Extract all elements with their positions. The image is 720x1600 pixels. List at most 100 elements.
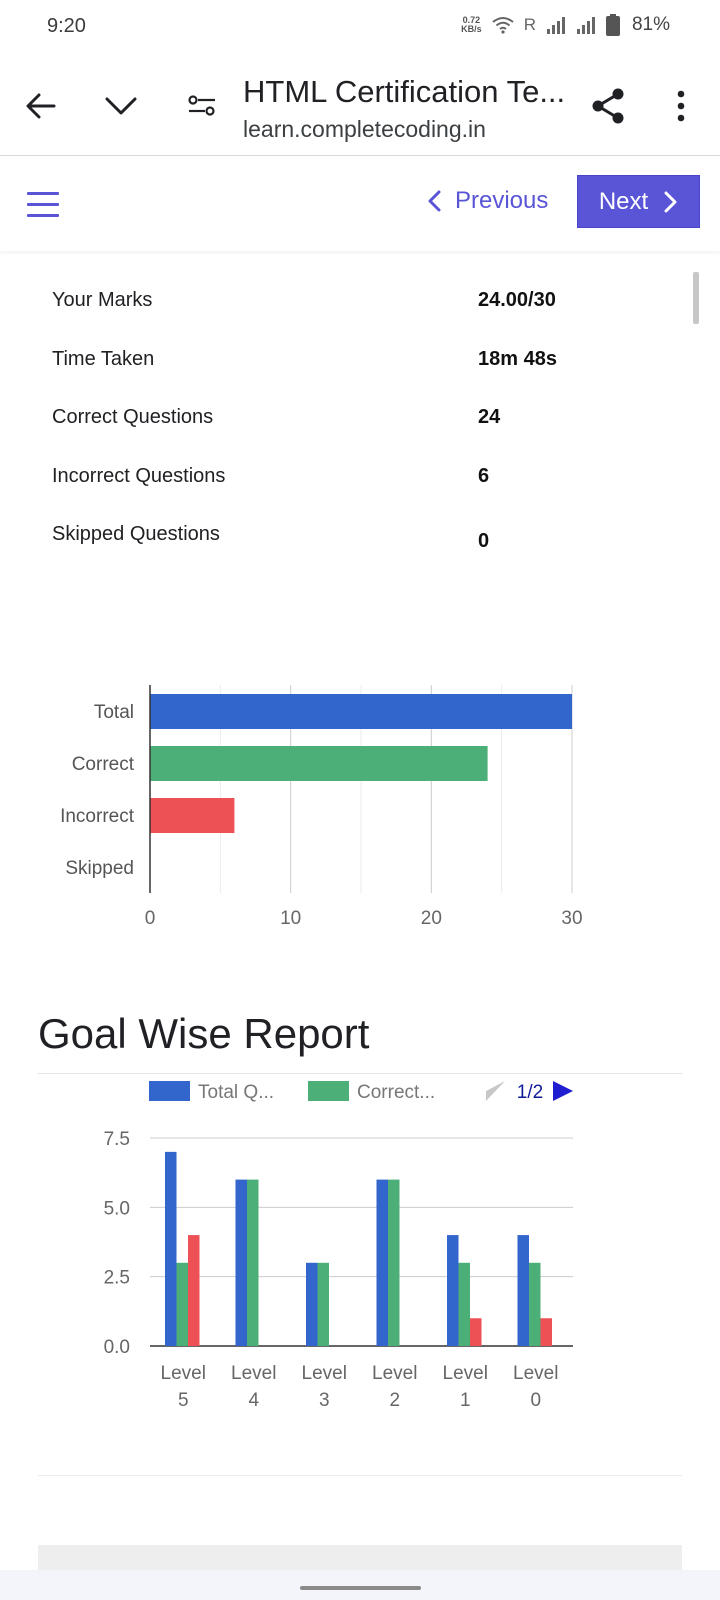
back-arrow-icon [26,93,56,119]
bar [317,1262,329,1346]
stat-value: 24 [478,406,501,428]
hamburger-line [27,192,59,195]
x-tick-label: Level [372,1363,417,1384]
stat-label: Your Marks [52,289,153,311]
section-divider [38,1475,682,1476]
x-tick-label: 30 [561,908,582,929]
x-tick-label: 0 [145,908,156,929]
stat-row: Incorrect Questions 6 [52,459,652,518]
category-label: Total [94,702,134,723]
network-speed: 0.72 KB/s [461,15,482,34]
next-button[interactable]: Next [577,175,700,228]
stat-value: 24.00/30 [478,289,556,311]
x-tick-label: 20 [421,908,442,929]
bar [388,1179,400,1346]
battery-percent: 81% [631,14,670,35]
x-tick-label: 10 [280,908,301,929]
bar [540,1318,552,1346]
system-nav-bar [0,1570,720,1600]
more-vert-icon [677,90,685,122]
back-button[interactable] [19,84,63,128]
stat-label: Time Taken [52,347,155,370]
x-tick-label: 3 [319,1390,330,1410]
previous-button[interactable]: Previous [427,175,548,227]
x-tick-label: Level [302,1363,347,1384]
stat-value: 0 [478,530,490,552]
bar [150,746,488,781]
summary-bar-chart: 0 10 20 30 Total Correct Incorrect Skipped [60,685,583,929]
chevron-right-icon [664,191,677,212]
stat-label: Skipped Questions [52,523,220,545]
stat-label: Correct Questions [52,406,214,428]
x-tick-label: Level [231,1363,276,1384]
y-tick-label: 0.0 [104,1337,130,1358]
x-tick-label: Level [513,1363,558,1384]
result-stats: Your Marks 24.00/30 Time Taken 18m 48s C… [52,283,652,576]
bar [306,1262,318,1346]
wifi-icon [492,17,514,34]
bar [150,798,235,833]
chevron-down-icon [105,97,137,115]
y-tick-label: 7.5 [104,1129,130,1150]
stat-row: Correct Questions 24 [52,400,652,459]
previous-label: Previous [455,187,549,214]
collapse-button[interactable] [99,84,143,128]
stat-row: Your Marks 24.00/30 [52,283,652,342]
chevron-left-icon [428,190,441,212]
tune-icon [188,95,215,116]
stat-row: Skipped Questions 0 [52,517,652,576]
legend-label: Correct... [357,1082,435,1103]
page-title: HTML Certification Te... [243,74,566,109]
browser-toolbar: HTML Certification Te... learn.completec… [0,56,720,156]
stat-value: 18m 48s [478,347,557,370]
signal-icon [546,17,565,34]
goal-wise-bar-chart: Total Q... Correct... 1/2 7.5 5.0 2.5 0.0 Level… [104,1081,573,1410]
site-settings-button[interactable] [180,84,224,128]
app-header: Previous Next [0,157,720,251]
stat-label: Incorrect Questions [52,464,226,487]
battery-icon [605,14,620,36]
legend-next-icon [553,1081,573,1101]
x-tick-label: Level [161,1363,206,1384]
gesture-handle[interactable] [300,1586,421,1590]
legend-label: Total Q... [198,1082,274,1103]
signal-icon [576,17,595,34]
legend-page-label: 1/2 [517,1082,543,1103]
bar [447,1235,459,1346]
y-tick-label: 2.5 [104,1268,130,1289]
section-title: Goal Wise Report [38,1010,370,1057]
page-url[interactable]: learn.completecoding.in [243,116,486,143]
x-tick-label: 2 [389,1390,400,1410]
bar [458,1262,470,1346]
x-tick-label: 4 [248,1390,259,1410]
bar [176,1262,188,1346]
more-options-button[interactable] [659,84,703,128]
bar [165,1151,177,1346]
share-button[interactable] [586,84,630,128]
bar [470,1318,482,1346]
y-tick-label: 5.0 [104,1198,130,1219]
x-tick-label: 5 [178,1390,189,1410]
stat-value: 6 [478,464,490,487]
bar [529,1262,541,1346]
hamburger-line [27,214,59,217]
scrollbar-thumb[interactable] [693,272,699,324]
bar [376,1179,388,1346]
section-divider [38,1073,682,1074]
hamburger-line [27,203,59,206]
x-tick-label: Level [443,1363,488,1384]
next-label: Next [598,187,649,215]
bar [150,694,572,729]
share-icon [592,88,624,124]
menu-button[interactable] [27,192,59,218]
legend-prev-icon [486,1081,505,1101]
category-label: Correct [72,754,135,775]
bar [247,1179,259,1346]
legend-swatch [149,1081,190,1101]
bar [517,1235,529,1346]
bar [188,1235,200,1346]
x-tick-label: 1 [460,1390,471,1410]
roaming-indicator: R [523,15,536,34]
stat-row: Time Taken 18m 48s [52,342,652,401]
x-tick-label: 0 [530,1390,541,1410]
